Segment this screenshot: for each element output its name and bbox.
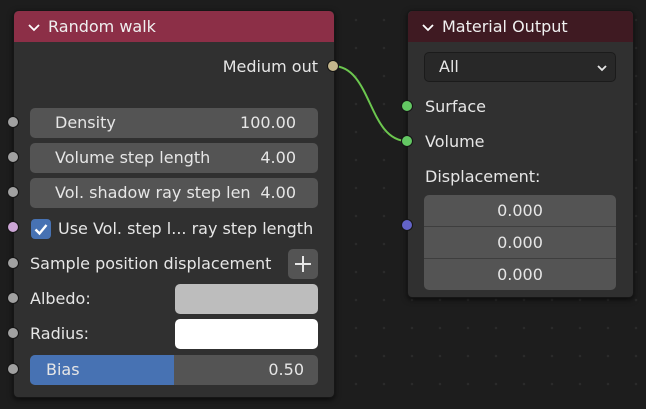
sample-position-displacement-label: Sample position displacement: [30, 254, 272, 273]
bias-socket[interactable]: [7, 363, 19, 375]
bias-label: Bias: [46, 360, 80, 379]
shadow-ray-step-value: 4.00: [260, 183, 296, 202]
density-label: Density: [55, 113, 116, 132]
sample-position-displacement-socket[interactable]: [7, 257, 19, 269]
radius-label: Radius:: [30, 324, 90, 343]
volume-step-length-socket[interactable]: [7, 151, 19, 163]
albedo-label: Albedo:: [30, 289, 91, 308]
random-walk-title: Random walk: [48, 17, 156, 36]
displacement-z-field[interactable]: 0.000: [424, 259, 616, 290]
target-selected-value: All: [439, 57, 459, 76]
material-output-node[interactable]: Material Output All Surface Volume Displ…: [407, 10, 634, 298]
displacement-x-field[interactable]: 0.000: [424, 195, 616, 227]
albedo-color-swatch[interactable]: [175, 284, 318, 314]
volume-label: Volume: [425, 132, 485, 151]
add-displacement-button[interactable]: [288, 249, 318, 279]
density-field[interactable]: Density 100.00: [30, 108, 318, 138]
material-output-title: Material Output: [442, 17, 568, 36]
plus-icon: [295, 256, 311, 272]
bias-value: 0.50: [268, 360, 304, 379]
random-walk-header[interactable]: Random walk: [14, 11, 334, 42]
chevron-down-icon[interactable]: [420, 19, 436, 35]
checkmark-icon: [34, 224, 48, 236]
displacement-vector[interactable]: 0.000 0.000 0.000: [424, 195, 616, 290]
target-dropdown[interactable]: All: [424, 52, 616, 82]
random-walk-node[interactable]: Random walk Medium out Density 100.00 Vo…: [13, 10, 335, 398]
chevron-down-icon: [597, 65, 607, 72]
use-vol-step-checkbox[interactable]: [31, 219, 51, 239]
material-output-header[interactable]: Material Output: [408, 11, 633, 42]
radius-color-swatch[interactable]: [175, 319, 318, 349]
use-vol-step-socket[interactable]: [7, 221, 19, 233]
surface-label: Surface: [425, 97, 486, 116]
displacement-label: Displacement:: [425, 167, 541, 186]
volume-step-length-label: Volume step length: [55, 148, 211, 167]
radius-socket[interactable]: [7, 327, 19, 339]
bias-slider[interactable]: Bias 0.50: [30, 355, 318, 385]
medium-out-socket[interactable]: [327, 60, 339, 72]
volume-step-length-field[interactable]: Volume step length 4.00: [30, 143, 318, 173]
shadow-ray-step-field[interactable]: Vol. shadow ray step len 4.00: [30, 178, 318, 208]
chevron-down-icon[interactable]: [26, 19, 42, 35]
volume-socket[interactable]: [401, 135, 413, 147]
medium-out-label: Medium out: [222, 57, 318, 76]
density-value: 100.00: [240, 113, 296, 132]
shadow-ray-step-socket[interactable]: [7, 186, 19, 198]
use-vol-step-label: Use Vol. step l... ray step length: [58, 219, 314, 238]
albedo-socket[interactable]: [7, 292, 19, 304]
displacement-y-field[interactable]: 0.000: [424, 227, 616, 259]
surface-socket[interactable]: [401, 100, 413, 112]
density-socket[interactable]: [7, 116, 19, 128]
volume-step-length-value: 4.00: [260, 148, 296, 167]
shadow-ray-step-label: Vol. shadow ray step len: [55, 183, 251, 202]
displacement-socket[interactable]: [401, 219, 413, 231]
